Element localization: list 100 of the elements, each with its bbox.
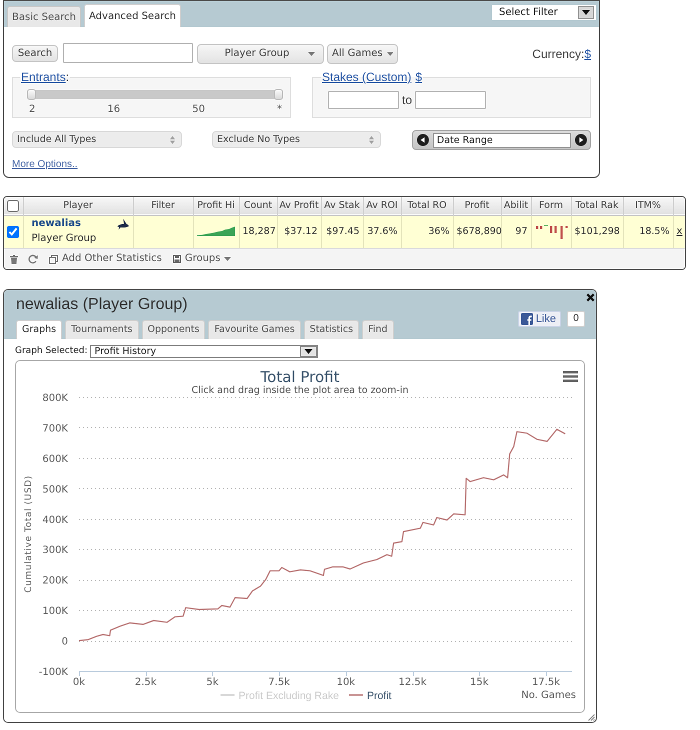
- x-axis-label: 7.5k: [268, 677, 290, 688]
- x-axis-label: 5k: [206, 677, 218, 688]
- chart-subtitle: Click and drag inside the plot area to zoom-in: [191, 385, 409, 396]
- fish-icon: [116, 218, 128, 230]
- remove-link[interactable]: x: [676, 226, 682, 237]
- column-header[interactable]: Abilit: [501, 197, 531, 215]
- x-axis-label: 2.5k: [134, 677, 157, 688]
- range-separator: to: [402, 93, 412, 107]
- include-types-select[interactable]: Include All Types: [12, 131, 182, 148]
- column-header[interactable]: ITM%: [623, 197, 673, 215]
- column-header[interactable]: Av ROI: [363, 197, 401, 215]
- y-axis-label: 400K: [42, 514, 68, 526]
- groups-button[interactable]: Groups: [172, 253, 232, 265]
- y-axis-label: 0: [62, 636, 68, 648]
- resize-grip-icon[interactable]: [588, 714, 595, 721]
- entrants-label: Entrants:: [20, 71, 70, 83]
- group-dropdown[interactable]: Player Group: [197, 44, 324, 64]
- y-axis-label: 700K: [42, 423, 68, 434]
- close-icon[interactable]: [586, 293, 595, 302]
- column-header[interactable]: Av Stak: [321, 197, 363, 215]
- form-bar: [536, 226, 538, 228]
- column-header[interactable]: Form: [531, 197, 571, 215]
- tab[interactable]: Find: [362, 320, 394, 339]
- caret-icon: [386, 52, 393, 56]
- copy-icon: [49, 254, 58, 264]
- caret-icon: [308, 52, 315, 56]
- graph-select[interactable]: Profit History: [90, 345, 318, 358]
- column-header[interactable]: Profit: [453, 197, 501, 215]
- stakes-link[interactable]: Stakes (Custom): [322, 70, 412, 84]
- slider-tick-label: 16: [107, 105, 120, 115]
- x-axis-label: 10k: [336, 677, 356, 688]
- tab[interactable]: Advanced Search: [84, 4, 181, 27]
- search-field[interactable]: [63, 43, 193, 63]
- date-range-field[interactable]: Date Range: [432, 132, 572, 148]
- add-statistics-button[interactable]: Add Other Statistics: [49, 253, 162, 265]
- column-header[interactable]: Filter: [133, 197, 193, 215]
- column-header[interactable]: Profit Hi: [193, 197, 239, 215]
- graph-select-label: Graph Selected:: [15, 346, 88, 357]
- y-axis-label: 500K: [42, 484, 68, 496]
- row-checkbox[interactable]: [7, 226, 20, 238]
- player-type-label: Player Group: [32, 233, 96, 246]
- column-header[interactable]: Count: [239, 197, 277, 215]
- like-button[interactable]: Like: [518, 311, 561, 327]
- stake-max-field[interactable]: [415, 91, 486, 109]
- x-axis-label: 12.5k: [398, 677, 427, 688]
- tab[interactable]: Statistics: [304, 320, 360, 339]
- floppy-icon: [172, 255, 181, 263]
- column-header[interactable]: Total Rak: [571, 197, 623, 215]
- y-axis-label: 200K: [42, 576, 68, 587]
- legend-item[interactable]: Profit: [348, 690, 392, 702]
- tab[interactable]: Favourite Games: [208, 320, 301, 339]
- dropdown-arrow-icon[interactable]: [578, 6, 594, 19]
- filter-select[interactable]: Select Filter: [492, 5, 596, 20]
- legend-label: Profit: [366, 690, 392, 702]
- slider-tick-label: 2: [29, 105, 36, 115]
- legend-line-icon: [348, 694, 363, 696]
- y-axis-label: -100K: [38, 667, 68, 678]
- column-header[interactable]: Av Profit: [277, 197, 321, 215]
- slider-track[interactable]: [27, 89, 283, 100]
- form-bar: [554, 226, 556, 232]
- select-all-checkbox[interactable]: [7, 200, 20, 212]
- currency-link[interactable]: $: [584, 47, 591, 61]
- tab[interactable]: Opponents: [142, 320, 206, 339]
- more-options-link[interactable]: More Options..: [12, 159, 78, 170]
- x-axis-title: No. Games: [521, 690, 576, 701]
- currency-link[interactable]: $: [415, 70, 422, 84]
- panel-title: newalias (Player Group): [16, 296, 189, 314]
- form-bar: [550, 226, 552, 232]
- column-header[interactable]: Total RO: [401, 197, 453, 215]
- legend-line-icon: [220, 694, 235, 696]
- tab[interactable]: Graphs: [16, 320, 62, 339]
- y-axis-label: 100K: [42, 606, 68, 618]
- entrants-link[interactable]: Entrants: [21, 70, 66, 84]
- x-axis-label: 15k: [470, 677, 489, 688]
- slider-tick-label: 50: [192, 105, 205, 115]
- currency-label: Currency:$: [532, 47, 591, 61]
- sort-arrows-icon: [369, 136, 374, 144]
- trash-icon[interactable]: [10, 254, 18, 264]
- y-axis-label: 600K: [42, 454, 68, 465]
- stake-min-field[interactable]: [328, 91, 399, 109]
- form-bar: [560, 226, 562, 238]
- tab[interactable]: Basic Search: [7, 6, 82, 27]
- slider-handle[interactable]: [274, 89, 283, 100]
- slider-handle[interactable]: [27, 89, 36, 100]
- search-button[interactable]: Search: [12, 45, 58, 62]
- menu-icon[interactable]: [563, 371, 578, 382]
- chart-title: Total Profit: [260, 368, 340, 386]
- games-dropdown[interactable]: All Games: [327, 44, 398, 64]
- y-axis-label: 300K: [42, 545, 68, 556]
- tab[interactable]: Tournaments: [65, 320, 138, 339]
- player-link[interactable]: newalias: [32, 218, 81, 230]
- sort-arrows-icon: [170, 136, 175, 144]
- x-axis-label: 17.5k: [532, 677, 560, 688]
- caret-icon: [224, 257, 232, 261]
- refresh-icon[interactable]: [28, 254, 38, 264]
- column-header[interactable]: Player: [23, 197, 133, 215]
- like-logo-icon: [520, 313, 533, 325]
- exclude-types-select[interactable]: Exclude No Types: [212, 131, 381, 148]
- like-count: 0: [567, 311, 585, 327]
- profit-sparkline: [196, 226, 234, 236]
